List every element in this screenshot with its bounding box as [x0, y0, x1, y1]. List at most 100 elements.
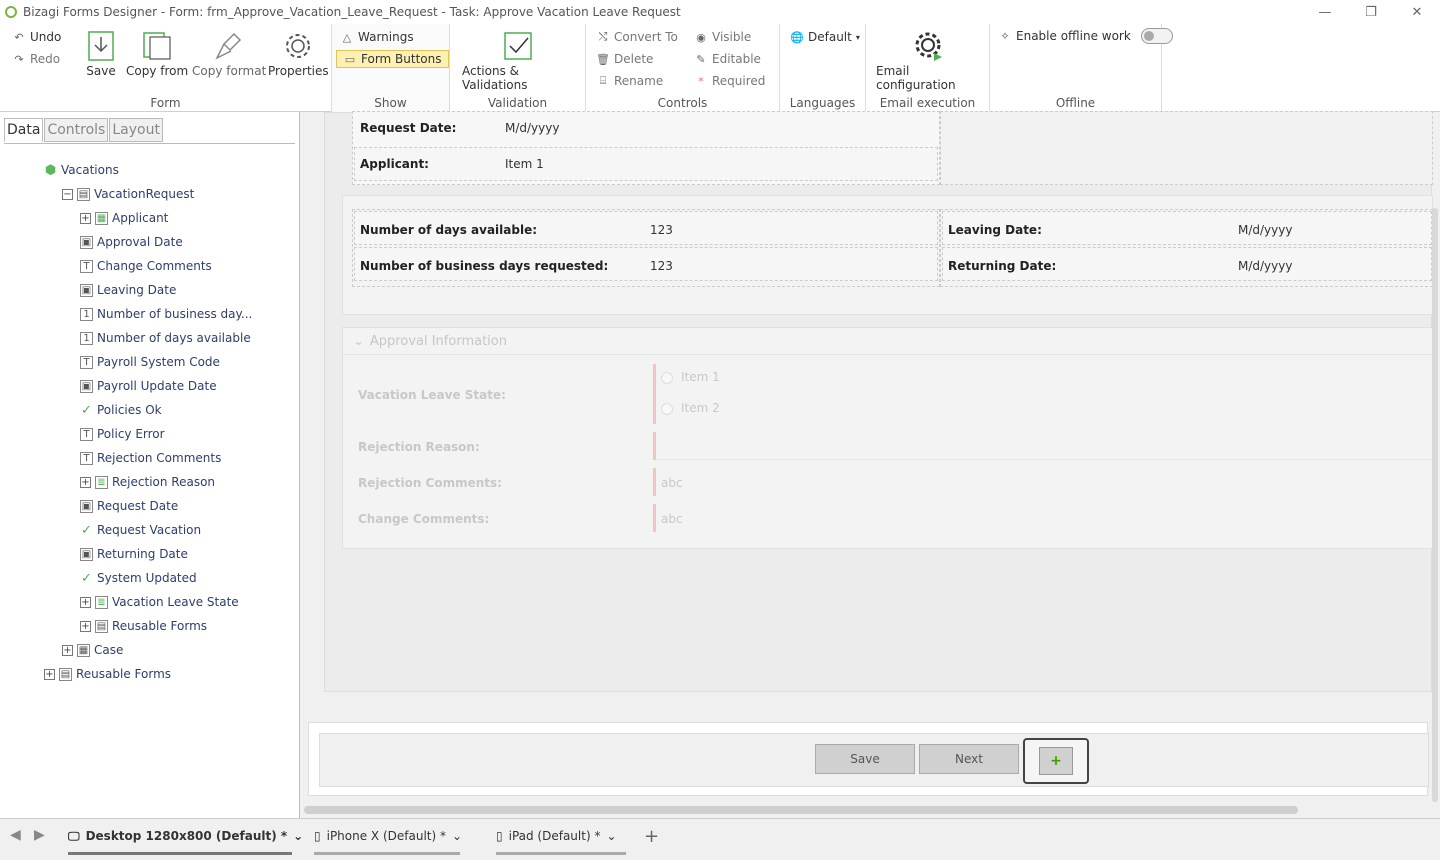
approval-information-panel: ⌄ Approval Information Vacation Leave Sta… [342, 327, 1434, 549]
close-button[interactable]: ✕ [1394, 0, 1440, 24]
tree-node-vacationrequest[interactable]: − ▤ VacationRequest [62, 184, 194, 204]
form-save-button[interactable]: Save [815, 744, 915, 774]
properties-button[interactable]: Properties [268, 28, 329, 78]
add-button[interactable]: + [1039, 747, 1073, 775]
tab-layout[interactable]: Layout [109, 118, 163, 142]
tab-iphone[interactable]: ▯ iPhone X (Default) * ⌄ [314, 819, 462, 855]
undo-button[interactable]: ↶ Undo [12, 30, 61, 44]
tree-node-applicant[interactable]: + ▦ Applicant [80, 208, 168, 228]
rename-button[interactable]: ⌸ Rename [596, 74, 664, 88]
vacation-leave-state-label: Vacation Leave State: [358, 388, 506, 402]
change-comments-field[interactable]: abc [661, 512, 683, 526]
tree-node-system-updated[interactable]: ✓ System Updated [80, 568, 197, 588]
scroll-right-icon[interactable]: ▶ [34, 827, 45, 843]
table-icon: ▦ [95, 211, 108, 225]
returning-date-label: Returning Date: [948, 259, 1057, 273]
validation-group-label: Validation [487, 96, 548, 110]
tree-node-payroll-system-code[interactable]: T Payroll System Code [80, 352, 220, 372]
chevron-down-icon[interactable]: ⌄ [452, 829, 462, 843]
request-date-value[interactable]: M/d/yyyy [505, 121, 559, 135]
applicant-value[interactable]: Item 1 [505, 157, 544, 171]
check-icon: ✓ [80, 570, 93, 586]
tree-node-policy-error[interactable]: T Policy Error [80, 424, 165, 444]
tree-node-leaving-date[interactable]: ▣ Leaving Date [80, 280, 176, 300]
text-icon: T [80, 451, 93, 465]
rejection-reason-combo[interactable] [656, 432, 1434, 460]
tree-node-rejection-comments[interactable]: T Rejection Comments [80, 448, 221, 468]
form-buttons-icon: ▭ [344, 52, 356, 66]
globe-icon: 🌐 [790, 30, 804, 44]
tree-node-rejection-reason[interactable]: + ≣ Rejection Reason [80, 472, 215, 492]
offline-icon: ⟡ [1001, 29, 1009, 42]
expand-icon[interactable]: + [80, 212, 91, 224]
applicant-label: Applicant: [360, 157, 429, 171]
scroll-left-icon[interactable]: ◀ [10, 827, 21, 843]
chevron-down-icon[interactable]: ⌄ [606, 829, 616, 843]
required-button[interactable]: * Required [694, 74, 765, 88]
warnings-toggle[interactable]: △ Warnings [340, 30, 414, 44]
approval-header[interactable]: ⌄ Approval Information [353, 334, 507, 349]
copy-format-button[interactable]: Copy format [192, 28, 266, 78]
copy-from-button[interactable]: Copy from [126, 28, 188, 78]
tab-desktop[interactable]: 🖵 Desktop 1280x800 (Default) * ⌄ [68, 819, 303, 855]
tree-node-reusable-forms-root[interactable]: + ▤ Reusable Forms [44, 664, 171, 684]
tree-node-policies-ok[interactable]: ✓ Policies Ok [80, 400, 162, 420]
tree-node-business-days[interactable]: 1 Number of business day... [80, 304, 252, 324]
tree-node-change-comments[interactable]: T Change Comments [80, 256, 212, 276]
editable-button[interactable]: ✎ Editable [694, 52, 761, 66]
tab-data[interactable]: Data [4, 118, 44, 142]
vertical-scrollbar[interactable] [1432, 208, 1438, 802]
chevron-down-icon[interactable]: ⌄ [293, 829, 303, 843]
offline-group-label: Offline [1055, 96, 1096, 110]
tab-controls[interactable]: Controls [44, 118, 109, 142]
tree-node-request-date[interactable]: ▣ Request Date [80, 496, 178, 516]
convert-to-button[interactable]: ⤭ Convert To [596, 30, 678, 44]
minimize-button[interactable]: — [1302, 0, 1348, 24]
expand-icon[interactable]: + [44, 668, 55, 680]
expand-icon[interactable]: + [62, 644, 73, 656]
offline-switch[interactable] [1140, 28, 1173, 44]
tree-node-vacation-leave-state[interactable]: + ≣ Vacation Leave State [80, 592, 239, 612]
expand-icon[interactable]: + [80, 620, 91, 632]
returning-date-value[interactable]: M/d/yyyy [1238, 259, 1292, 273]
form-buttons-toggle[interactable]: ▭ Form Buttons [336, 50, 449, 68]
tab-ipad[interactable]: ▯ iPad (Default) * ⌄ [496, 819, 626, 855]
actions-validations-button[interactable]: Actions & Validations [462, 28, 574, 92]
redo-button[interactable]: ↷ Redo [12, 52, 60, 66]
leaving-date-value[interactable]: M/d/yyyy [1238, 223, 1292, 237]
tree-node-days-available[interactable]: 1 Number of days available [80, 328, 251, 348]
save-ribbon-button[interactable]: Save [84, 28, 118, 78]
business-days-value[interactable]: 123 [650, 259, 673, 273]
tree-node-vacations[interactable]: ⬢ Vacations [44, 160, 119, 180]
radio-icon [661, 402, 673, 415]
restore-button[interactable]: ❐ [1348, 0, 1394, 24]
visible-button[interactable]: ◉ Visible [694, 30, 751, 44]
language-dropdown[interactable]: 🌐 Default ▾ [790, 30, 860, 44]
date-icon: ▣ [80, 379, 93, 393]
email-configuration-button[interactable]: Email configuration [876, 28, 982, 92]
rejection-comments-field[interactable]: abc [661, 476, 683, 490]
horizontal-scrollbar[interactable] [304, 806, 1298, 814]
delete-button[interactable]: 🗑 Delete [596, 52, 653, 66]
offline-toggle[interactable]: ⟡ Enable offline work [998, 28, 1173, 44]
days-available-value[interactable]: 123 [650, 223, 673, 237]
tree-node-returning-date[interactable]: ▣ Returning Date [80, 544, 188, 564]
text-icon: T [80, 259, 93, 273]
radio-option-item2[interactable]: Item 2 [661, 401, 720, 415]
form-group-label: Form [150, 96, 181, 110]
tree-node-request-vacation[interactable]: ✓ Request Vacation [80, 520, 201, 540]
form-next-button[interactable]: Next [919, 744, 1019, 774]
radio-option-item1[interactable]: Item 1 [661, 370, 720, 384]
expand-icon[interactable]: + [80, 476, 91, 488]
expand-icon[interactable]: + [80, 596, 91, 608]
check-icon: ✓ [80, 522, 93, 538]
add-device-tab-button[interactable]: + [644, 819, 659, 853]
tree-node-approval-date[interactable]: ▣ Approval Date [80, 232, 183, 252]
collapse-icon[interactable]: − [62, 188, 73, 200]
ribbon: ↶Undo ↷Redo Save Copy from Copy format [0, 24, 1440, 112]
check-icon: ✓ [80, 402, 93, 418]
form-design-area: Request Date: M/d/yyyy Applicant: Item 1… [300, 111, 1440, 818]
tree-node-case[interactable]: + ▦ Case [62, 640, 123, 660]
tree-node-payroll-update-date[interactable]: ▣ Payroll Update Date [80, 376, 217, 396]
tree-node-reusable-forms[interactable]: + ▤ Reusable Forms [80, 616, 207, 636]
